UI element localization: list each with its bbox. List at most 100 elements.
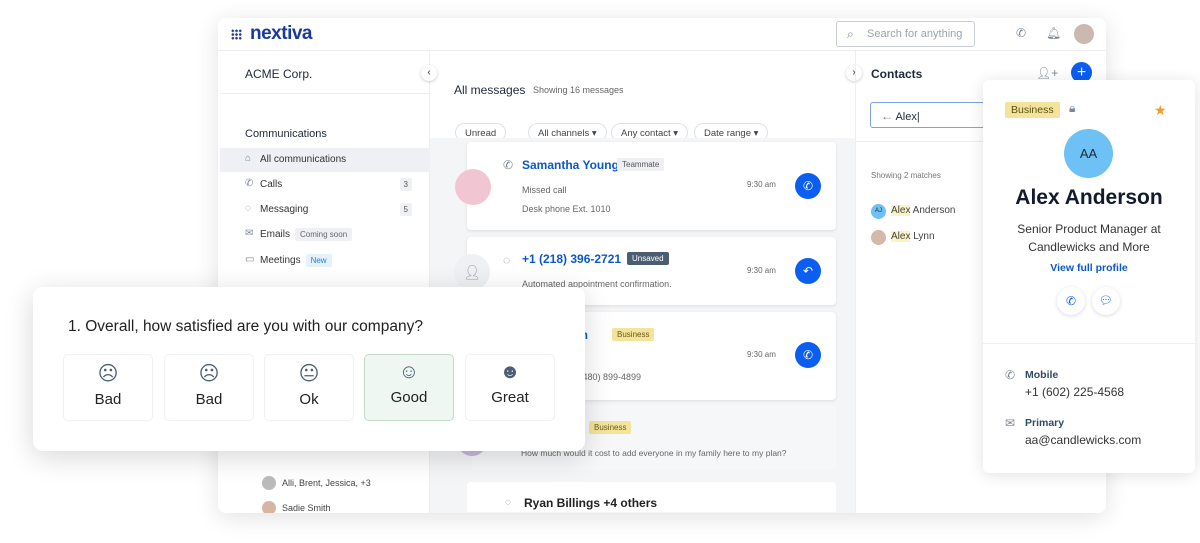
search-value: Alex| [895, 111, 920, 123]
star-eyes-face-icon: ☻ [499, 361, 521, 383]
option-good-selected[interactable]: ☺ Good [364, 354, 454, 421]
message-button[interactable]: 💬︎ [1092, 287, 1120, 315]
contact-search-input[interactable]: ← Alex| [870, 102, 1000, 128]
add-contact-icon[interactable]: 👤︎+ [1036, 66, 1058, 80]
contact-result[interactable]: Alex Anderson [891, 205, 956, 216]
user-placeholder-icon: 👤︎ [454, 254, 490, 290]
avatar [455, 169, 491, 205]
message-card[interactable]: ✆ Samantha Young Teammate Missed call De… [467, 142, 836, 230]
label: Great [491, 389, 529, 406]
label: Ok [299, 391, 319, 408]
message-card[interactable]: ◌ Ryan Billings +4 others [467, 482, 836, 512]
contact-result[interactable]: Alex Lynn [891, 231, 935, 242]
rest: Lynn [910, 231, 935, 242]
bell-icon[interactable]: 🔔︎ [1046, 26, 1061, 40]
chat-icon: ◌ [503, 253, 511, 267]
survey-question: 1. Overall, how satisfied are you with o… [68, 318, 423, 335]
call-button[interactable]: ✆ [1057, 287, 1085, 315]
timestamp: 9:30 am [747, 266, 776, 275]
search-input[interactable]: ⌕ Search for anything [836, 21, 975, 47]
contact-name: Alex Anderson [1015, 186, 1163, 209]
section-title: Communications [245, 128, 327, 140]
logo: nextiva [250, 23, 312, 44]
message-line: Missed call [522, 185, 567, 195]
avatar: AJ [871, 204, 886, 219]
contact-tag: Business [612, 328, 655, 341]
star-icon[interactable]: ★ [1154, 102, 1167, 119]
top-bar: nextiva ⌕ Search for anything ✆ 🔔︎ [218, 18, 1106, 51]
count-badge: 3 [399, 178, 412, 191]
email-address[interactable]: aa@candlewicks.com [1025, 433, 1141, 447]
highlight: Alex [891, 205, 911, 216]
divider [220, 93, 430, 94]
mobile-label: Mobile [1025, 369, 1059, 381]
contact-tag: Business [589, 421, 632, 434]
phone-icon[interactable]: ✆ [1016, 26, 1026, 40]
contact-tag: Teammate [617, 158, 665, 171]
contact-name[interactable]: +1 (218) 396-2721 [522, 252, 621, 266]
page-title: All messages [454, 83, 526, 97]
match-count: Showing 2 matches [871, 171, 941, 180]
option-great[interactable]: ☻ Great [465, 354, 555, 421]
label: Bad [94, 391, 122, 408]
conversation-item[interactable]: Alli, Brent, Jessica, +3 [282, 478, 371, 488]
chat-icon: ◌ [505, 497, 511, 508]
timestamp: 9:30 am [747, 180, 776, 189]
mail-icon: ✉ [1005, 416, 1016, 430]
label: Calls [260, 179, 283, 190]
coming-soon-tag: Coming soon [295, 228, 353, 241]
option-bad[interactable]: ☹ Bad [164, 354, 254, 421]
message-count: Showing 16 messages [533, 85, 624, 95]
sad-face-icon: ☹ [97, 363, 119, 385]
phone-icon: ✆ [1005, 368, 1016, 382]
sidebar-item-calls[interactable]: ✆ Calls 3 [220, 173, 430, 197]
new-tag: New [305, 254, 332, 267]
message-line: Desk phone Ext. 1010 [522, 204, 611, 214]
sad-face-icon: ☹ [198, 363, 220, 385]
sidebar-item-meetings[interactable]: ▭ Meetings New [220, 249, 430, 273]
option-bad[interactable]: ☹ Bad [63, 354, 153, 421]
back-arrow-icon[interactable]: ← [881, 109, 893, 123]
phone-icon: ✆ [503, 158, 514, 172]
sidebar-item-all-communications[interactable]: ⌂ All communications [220, 148, 430, 172]
email-label: Primary [1025, 417, 1065, 429]
contacts-title: Contacts [871, 67, 923, 81]
group-avatar [262, 476, 276, 490]
label: Bad [195, 391, 223, 408]
label: Meetings [260, 255, 301, 266]
inbox-icon: ⌂ [245, 153, 252, 164]
option-ok[interactable]: 😐︎ Ok [264, 354, 354, 421]
conversation-item[interactable]: Sadie Smith [282, 503, 331, 513]
label: Messaging [260, 204, 309, 215]
count-badge: 5 [399, 203, 412, 216]
mobile-number[interactable]: +1 (602) 225-4568 [1025, 385, 1124, 399]
reply-button[interactable]: ↶ [795, 258, 821, 284]
lock-icon: 🔒︎ [1069, 101, 1076, 115]
search-icon: ⌕ [847, 27, 854, 41]
view-profile-link[interactable]: View full profile [983, 262, 1195, 274]
neutral-face-icon: 😐︎ [298, 363, 320, 385]
contact-profile-card: Business 🔒︎ ★ AA Alex Anderson Senior Pr… [983, 80, 1195, 473]
video-icon: ▭ [245, 254, 255, 265]
smile-face-icon: ☺ [398, 361, 420, 383]
contact-name[interactable]: Samantha Young [522, 158, 619, 172]
highlight: Alex [891, 231, 911, 242]
contact-name[interactable]: Ryan Billings +4 others [524, 496, 657, 510]
call-button[interactable]: ✆ [795, 173, 821, 199]
divider [983, 343, 1195, 344]
app-grid-icon[interactable] [231, 29, 242, 40]
rest: Anderson [910, 205, 956, 216]
call-button[interactable]: ✆ [795, 342, 821, 368]
contact-title: Senior Product Manager at Candlewicks an… [1017, 222, 1161, 254]
org-name: ACME Corp. [245, 67, 313, 81]
sidebar-item-emails[interactable]: ✉ Emails Coming soon [220, 223, 430, 247]
user-avatar[interactable] [1074, 24, 1094, 44]
business-badge: Business [1005, 102, 1060, 118]
label: Good [390, 389, 428, 406]
avatar [871, 230, 886, 245]
phone-icon: ✆ [245, 178, 254, 189]
sidebar-item-messaging[interactable]: ◌ Messaging 5 [220, 198, 430, 222]
avatar [262, 501, 276, 513]
timestamp: 9:30 am [747, 350, 776, 359]
search-placeholder: Search for anything [867, 28, 963, 40]
